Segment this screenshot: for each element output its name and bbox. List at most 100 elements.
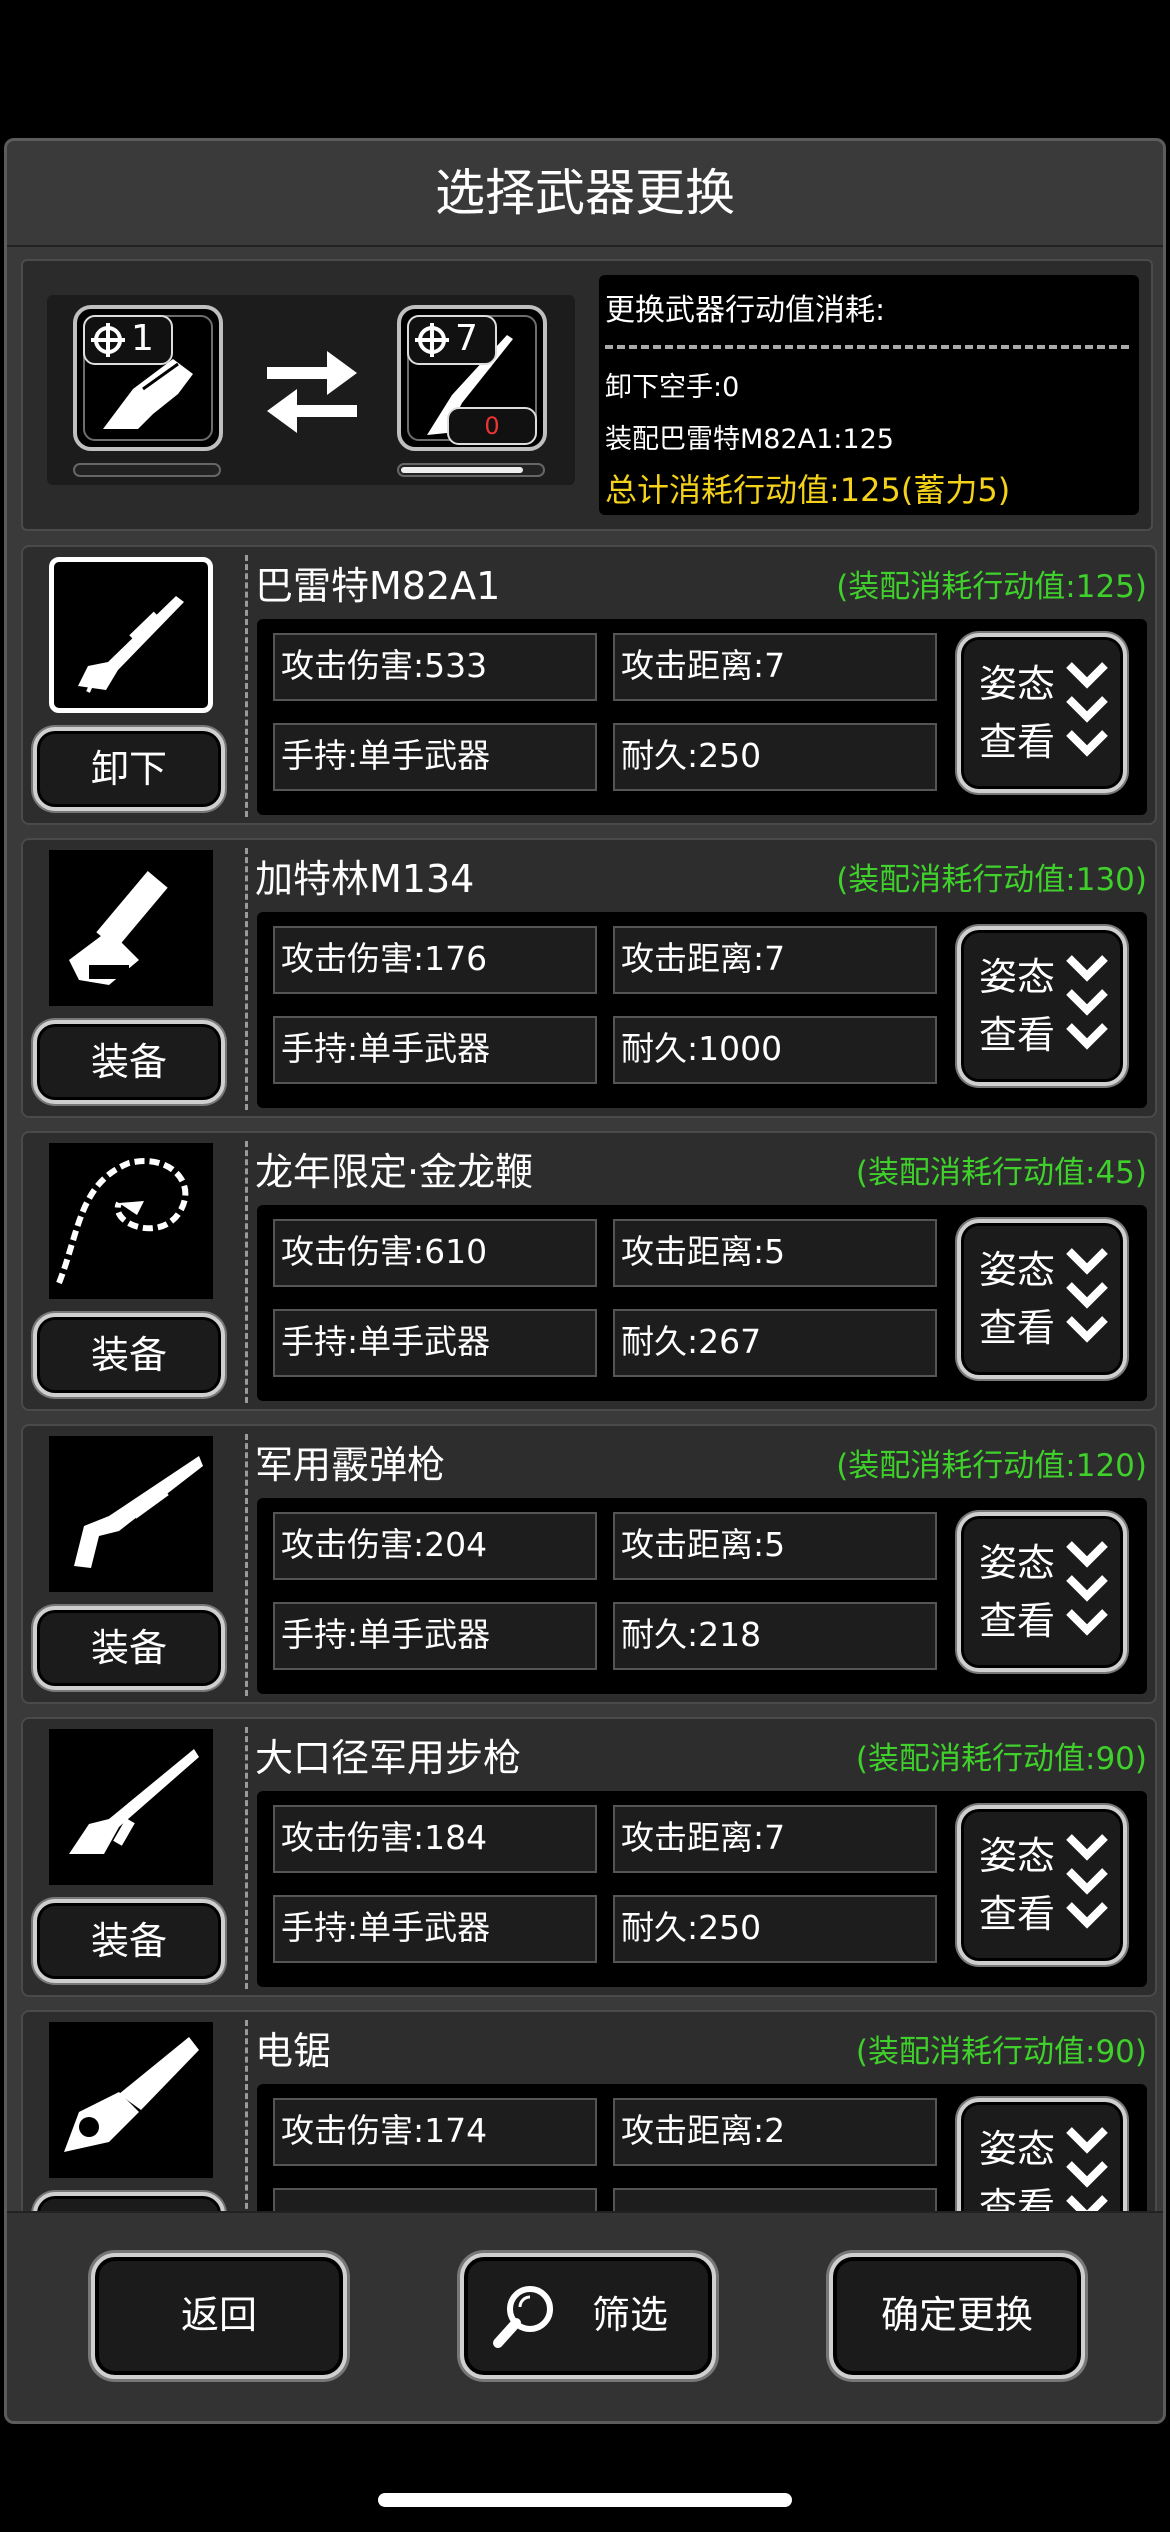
attack-range: 攻击距离:5 [613,1219,937,1287]
pose-view-button[interactable]: 姿态 查看 [957,633,1127,793]
durability: 耐久:250 [613,723,937,791]
weapon-item[interactable]: 装备 军用霰弹枪 (装配消耗行动值:120) 攻击伤害:204 攻击距离:5 手… [21,1424,1157,1704]
weapon-icon-box[interactable] [49,2022,213,2178]
filter-label: 筛选 [591,2293,668,2337]
crosshair-icon [91,323,125,357]
new-durability-bar [397,463,545,477]
pose-label: 姿态 [979,662,1056,706]
sniper-rifle-icon [78,596,184,693]
equip-cost-label: (装配消耗行动值:130) [836,862,1147,898]
durability: 耐久:267 [613,1309,937,1377]
swap-arrows-icon [267,351,357,433]
pose-label: 姿态 [979,1248,1056,1292]
page-title: 选择武器更换 [7,141,1163,247]
attack-damage: 攻击伤害:176 [273,926,597,994]
chevrons-down-icon [1066,955,1108,1050]
confirm-swap-button[interactable]: 确定更换 [829,2253,1085,2379]
hand-type: 手持:单手武器 [273,723,597,791]
equip-cost: 装配巴雷特M82A1:125 [605,424,894,455]
attack-damage: 攻击伤害:184 [273,1805,597,1873]
equip-cost-label: (装配消耗行动值:45) [855,1155,1147,1191]
weapon-name: 加特林M134 [255,857,475,901]
weapon-item[interactable]: 装备 大口径军用步枪 (装配消耗行动值:90) 攻击伤害:184 攻击距离:7 … [21,1717,1157,1997]
weapon-icon-box[interactable] [49,1436,213,1592]
level-badge: 1 [83,315,173,365]
hand-type [273,2188,597,2211]
current-level: 1 [131,318,154,359]
weapon-list[interactable]: 卸下 巴雷特M82A1 (装配消耗行动值:125) 攻击伤害:533 攻击距离:… [21,545,1157,2211]
view-label: 查看 [979,1599,1056,1643]
pose-label: 姿态 [979,1541,1056,1585]
back-button[interactable]: 返回 [91,2253,347,2379]
chevrons-down-icon [1066,662,1108,757]
new-level: 7 [455,318,478,359]
weapon-item[interactable]: 装备 龙年限定·金龙鞭 (装配消耗行动值:45) 攻击伤害:610 攻击距离:5… [21,1131,1157,1411]
pose-view-button[interactable]: 姿态 查看 [957,926,1127,1086]
pose-view-button[interactable]: 姿态 查看 [957,1219,1127,1379]
unequip-button[interactable]: 卸下 [33,727,225,811]
attack-damage: 攻击伤害:533 [273,633,597,701]
weapon-name: 大口径军用步枪 [255,1736,522,1780]
attack-damage: 攻击伤害:174 [273,2098,597,2166]
view-label: 查看 [979,720,1056,764]
weapon-item[interactable]: 卸下 巴雷特M82A1 (装配消耗行动值:125) 攻击伤害:533 攻击距离:… [21,545,1157,825]
hand-type: 手持:单手武器 [273,1602,597,1670]
weapon-icon-box[interactable] [49,557,213,713]
attack-range: 攻击距离:7 [613,926,937,994]
chevrons-down-icon [1066,2127,1108,2211]
weapon-icon-box[interactable] [49,1729,213,1885]
attack-range: 攻击距离:5 [613,1512,937,1580]
attack-range: 攻击距离:7 [613,633,937,701]
equip-cost-label: (装配消耗行动值:120) [836,1448,1147,1484]
weapon-name: 龙年限定·金龙鞭 [255,1150,534,1194]
equip-button[interactable]: 装备 [33,1606,225,1690]
weapon-stats: 攻击伤害:176 攻击距离:7 手持:单手武器 耐久:1000 姿态 查看 [257,912,1147,1108]
view-label: 查看 [979,1306,1056,1350]
equip-button[interactable]: 装备 [33,1899,225,1983]
ammo-badge: 0 [447,407,537,445]
bottom-action-bar: 返回 筛选 确定更换 [7,2211,1163,2421]
current-weapon-slot[interactable]: 1 [73,305,223,451]
minigun-icon [69,871,168,985]
confirm-label: 确定更换 [880,2293,1033,2337]
pose-view-button[interactable]: 姿态 查看 [957,1805,1127,1965]
unequip-cost: 卸下空手:0 [605,372,740,403]
pose-label: 姿态 [979,955,1056,999]
pose-view-button[interactable]: 姿态 查看 [957,2098,1127,2211]
shotgun-icon [74,1456,203,1568]
equip-button[interactable]: 装备 [33,1020,225,1104]
equip-cost-label: (装配消耗行动值:90) [855,2034,1147,2070]
pose-view-button[interactable]: 姿态 查看 [957,1512,1127,1672]
weapon-icon-box[interactable] [49,850,213,1006]
pose-label: 姿态 [979,1834,1056,1878]
weapon-stats: 攻击伤害:204 攻击距离:5 手持:单手武器 耐久:218 姿态 查看 [257,1498,1147,1694]
equip-cost-label: (装配消耗行动值:90) [855,1741,1147,1777]
weapon-icon-box[interactable] [49,1143,213,1299]
view-label: 查看 [979,1892,1056,1936]
new-weapon-slot[interactable]: 7 0 [397,305,547,451]
weapon-stats: 攻击伤害:533 攻击距离:7 手持:单手武器 耐久:250 姿态 查看 [257,619,1147,815]
swap-summary: 1 7 0 更换武器行动值消耗: 卸下空手:0 装配巴雷特M82A1:125 总… [21,259,1153,531]
chainsaw-icon [64,2037,199,2152]
hand-type: 手持:单手武器 [273,1895,597,1963]
swap-slots: 1 7 0 [47,295,575,485]
home-indicator[interactable] [378,2493,792,2507]
attack-damage: 攻击伤害:204 [273,1512,597,1580]
hand-type: 手持:单手武器 [273,1016,597,1084]
attack-range: 攻击距离:7 [613,1805,937,1873]
weapon-stats: 攻击伤害:184 攻击距离:7 手持:单手武器 耐久:250 姿态 查看 [257,1791,1147,1987]
attack-damage: 攻击伤害:610 [273,1219,597,1287]
weapon-select-panel: 选择武器更换 1 7 0 更换武器行动值消耗: 卸下空手:0 装配巴雷特M82A… [4,138,1166,2424]
weapon-item[interactable]: 装备 电锯 (装配消耗行动值:90) 攻击伤害:174 攻击距离:2 姿态 查看 [21,2010,1157,2211]
hand-type: 手持:单手武器 [273,1309,597,1377]
weapon-name: 电锯 [255,2029,332,2073]
weapon-item[interactable]: 装备 加特林M134 (装配消耗行动值:130) 攻击伤害:176 攻击距离:7… [21,838,1157,1118]
dragon-whip-icon [56,1158,189,1285]
equip-button[interactable]: 装备 [33,1313,225,1397]
filter-button[interactable]: 筛选 [460,2253,716,2379]
durability: 耐久:250 [613,1895,937,1963]
swap-cost-info: 更换武器行动值消耗: 卸下空手:0 装配巴雷特M82A1:125 总计消耗行动值… [599,275,1139,515]
equip-button[interactable]: 装备 [33,2192,225,2211]
divider [605,345,1129,349]
level-badge: 7 [407,315,497,365]
